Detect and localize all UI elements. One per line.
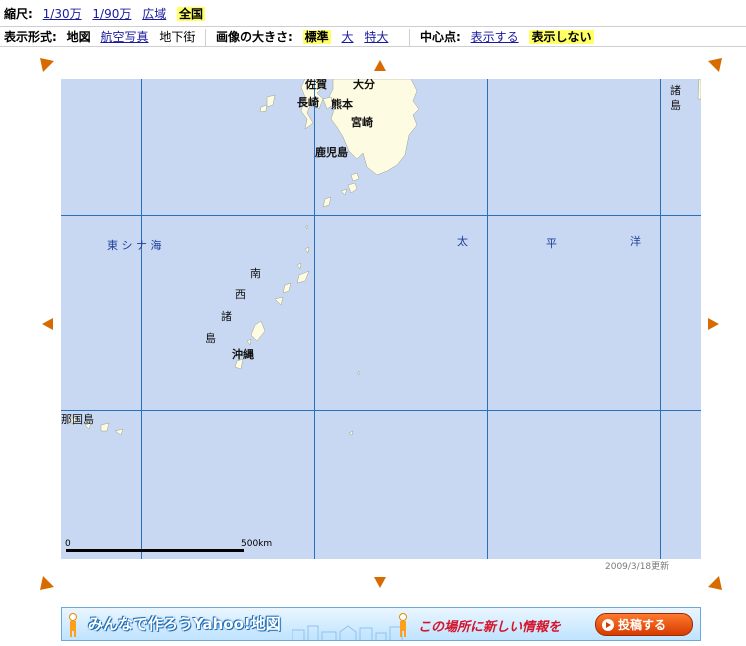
grid-line — [61, 215, 701, 216]
scale-selected-nationwide: 全国 — [177, 7, 206, 21]
grid-line — [660, 79, 661, 559]
map-label-miyazaki: 宮崎 — [351, 116, 373, 129]
toolbar-divider — [409, 28, 411, 47]
map-label-nansei-1: 南 — [250, 267, 261, 280]
pan-north-arrow-icon[interactable] — [374, 60, 386, 71]
scale-bar: 0 500km — [65, 539, 276, 552]
map-updated-date: 2009/3/18更新 — [605, 562, 670, 572]
person-icon — [69, 613, 77, 637]
map-label-nansei-3: 諸 — [221, 310, 232, 323]
pan-northeast-arrow-icon[interactable] — [708, 58, 722, 72]
sea-label-pacific-2: 平 — [546, 237, 557, 250]
display-toolbar: 表示形式: 地図 航空写真 地下街 画像の大きさ: 標準 大 特大 中心点: 表… — [0, 26, 746, 47]
play-icon — [602, 619, 614, 631]
center-point-label: 中心点: — [420, 30, 461, 44]
display-aerial-link[interactable]: 航空写真 — [100, 30, 148, 44]
map-label-kagoshima: 鹿児島 — [315, 146, 348, 159]
scale-toolbar: 縮尺: 1/30万 1/90万 広域 全国 — [0, 4, 746, 24]
scale-bar-line — [66, 549, 244, 552]
post-button[interactable]: 投稿する — [595, 613, 693, 636]
yahoo-map-banner[interactable]: みんなで作ろうYahoo!地図 この場所に新しい情報を 投稿する — [61, 607, 701, 641]
grid-line — [141, 79, 142, 559]
scale-bar-start: 0 — [65, 539, 71, 549]
sea-label-pacific-1: 太 — [457, 235, 468, 248]
post-button-label: 投稿する — [618, 618, 667, 632]
scale-bar-end: 500km — [241, 539, 273, 549]
map-label-nansei-2: 西 — [235, 288, 246, 301]
map-canvas[interactable]: 佐賀 大分 長崎 熊本 宮崎 鹿児島 沖縄 諸 島 那国島 南 西 諸 島 東 … — [61, 79, 701, 559]
land-layer — [68, 79, 701, 436]
pan-northwest-arrow-icon[interactable] — [40, 58, 54, 72]
map-label-oita: 大分 — [353, 79, 375, 91]
display-underground-text: 地下街 — [159, 30, 196, 44]
grid-line — [487, 79, 488, 559]
map-label-islands-2: 島 — [670, 99, 681, 112]
toolbar-divider — [205, 28, 207, 47]
scale-wide-link[interactable]: 広域 — [142, 7, 166, 21]
image-size-label: 画像の大きさ: — [216, 30, 293, 44]
grid-line — [61, 410, 701, 411]
scale-1-30man-link[interactable]: 1/30万 — [43, 7, 82, 21]
size-standard-selected: 標準 — [302, 30, 331, 44]
display-map-selected: 地図 — [66, 30, 91, 44]
buildings-icon — [292, 625, 403, 640]
pan-south-arrow-icon[interactable] — [374, 577, 386, 588]
center-hide-selected: 表示しない — [529, 30, 594, 44]
sea-label-east-china-sea: 東 シ ナ 海 — [107, 239, 162, 252]
person-icon — [399, 613, 407, 637]
pan-east-arrow-icon[interactable] — [708, 318, 719, 330]
display-format-label: 表示形式: — [4, 30, 57, 44]
map-label-nansei-4: 島 — [205, 332, 216, 345]
banner-headline: みんなで作ろうYahoo!地図 — [88, 615, 281, 633]
map-label-kumamoto: 熊本 — [331, 98, 353, 111]
scale-1-90man-link[interactable]: 1/90万 — [92, 7, 131, 21]
banner-message: この場所に新しい情報を — [418, 620, 562, 635]
size-large-link[interactable]: 大 — [341, 30, 353, 44]
pan-southwest-arrow-icon[interactable] — [40, 576, 54, 590]
map-label-islands-1: 諸 — [670, 84, 681, 97]
pan-west-arrow-icon[interactable] — [42, 318, 53, 330]
center-show-link[interactable]: 表示する — [471, 30, 519, 44]
pan-southeast-arrow-icon[interactable] — [708, 576, 722, 590]
map-label-okinawa: 沖縄 — [232, 348, 254, 361]
sea-label-pacific-3: 洋 — [630, 235, 641, 248]
size-xlarge-link[interactable]: 特大 — [364, 30, 388, 44]
scale-label: 縮尺: — [4, 7, 33, 21]
map-label-nagasaki: 長崎 — [297, 96, 319, 109]
map-label-yonaguni: 那国島 — [61, 413, 94, 426]
map-label-saga: 佐賀 — [305, 79, 327, 91]
